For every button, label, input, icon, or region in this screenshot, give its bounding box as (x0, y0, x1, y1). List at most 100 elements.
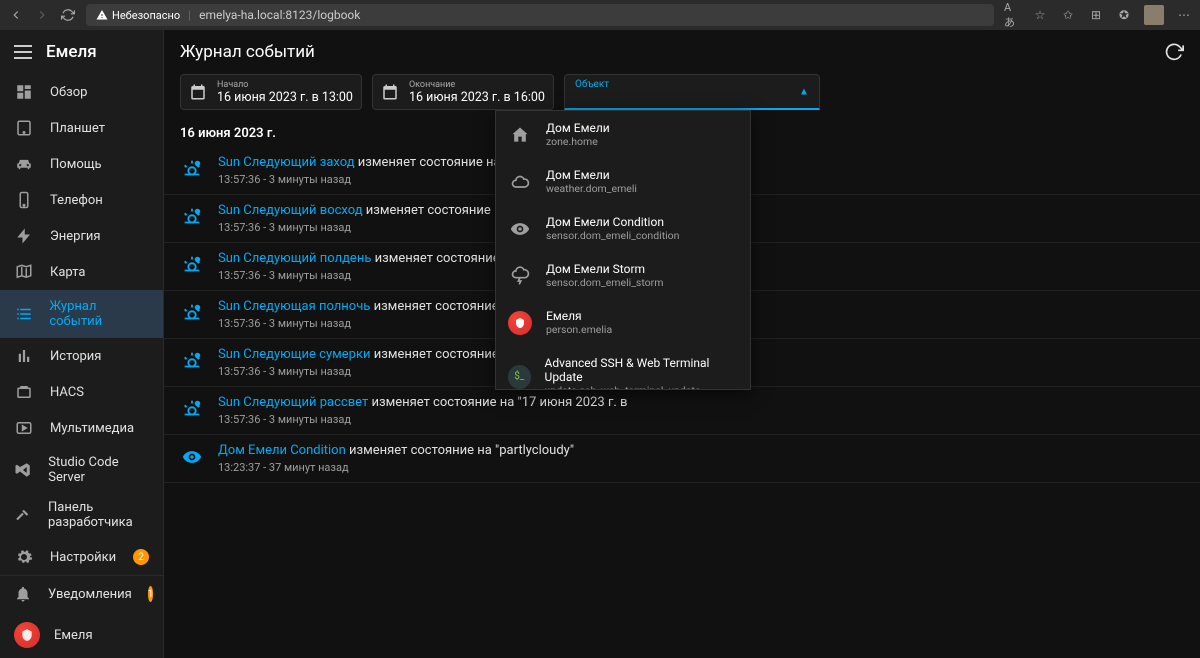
sidebar-user[interactable]: Емеля (0, 612, 163, 658)
url-bar[interactable]: Небезопасно | emelya-ha.local:8123/logbo… (86, 4, 994, 26)
calendar-icon (189, 83, 207, 101)
entity-label: Объект (575, 79, 789, 90)
dropdown-item[interactable]: Емеляperson.emelia (496, 299, 750, 346)
chart-icon (14, 347, 34, 365)
dropdown-item[interactable]: Дом Емелиzone.home (496, 111, 750, 158)
log-entity[interactable]: Sun Следующая полночь (218, 299, 370, 314)
sidebar-item-dashboard[interactable]: Обзор (0, 74, 163, 110)
ssh-icon: $_ (508, 365, 531, 389)
log-meta: 13:57:36 - 3 минуты назад (218, 413, 628, 426)
log-entity[interactable]: Sun Следующие сумерки (218, 347, 370, 362)
sidebar-item-label: Уведомления (48, 587, 132, 602)
app-name: Емеля (46, 42, 97, 62)
sidebar-item-label: Мультимедиа (50, 421, 134, 436)
start-date-field[interactable]: Начало 16 июня 2023 г. в 13:00 (180, 74, 362, 110)
sidebar-item-label: Журнал событий (49, 299, 149, 329)
refresh-browser-icon[interactable] (60, 7, 76, 23)
avatar-icon (508, 311, 532, 335)
calendar-icon (381, 83, 399, 101)
sidebar: Емеля Обзор Планшет Помощь Телефон Энергия Ка… (0, 30, 164, 658)
sun-icon (180, 205, 204, 229)
dropdown-item-id: sensor.dom_emeli_storm (546, 276, 663, 289)
media-icon (14, 419, 34, 437)
extensions-icon[interactable]: ✪ (1116, 7, 1132, 23)
more-icon[interactable]: ⋯ (1176, 7, 1192, 23)
log-entity[interactable]: Sun Следующий полдень (218, 251, 371, 266)
log-entity[interactable]: Дом Емели Condition (218, 443, 346, 458)
chrome-actions: Aあ ☆ ✩ ⊞ ✪ ⋯ (1004, 5, 1192, 25)
chevron-up-icon[interactable]: ▲ (799, 86, 809, 97)
sidebar-item-label: История (50, 349, 101, 364)
sidebar-item-label: Телефон (50, 193, 103, 208)
entity-field[interactable]: Объект ▲ (564, 74, 820, 110)
sidebar-item-label: Планшет (50, 121, 105, 136)
favorites-bar-icon[interactable]: ✩ (1060, 7, 1076, 23)
sidebar-item-label: Настройки (50, 550, 116, 565)
sidebar-item-gear[interactable]: Настройки2 (0, 539, 163, 575)
phone-icon (14, 191, 34, 209)
dropdown-item[interactable]: $_Advanced SSH & Web Terminal Updateupda… (496, 346, 750, 390)
sun-icon (180, 253, 204, 277)
dashboard-icon (14, 83, 34, 101)
dropdown-item[interactable]: Дом Емелиweather.dom_emeli (496, 158, 750, 205)
dropdown-item-name: Емеля (546, 309, 612, 323)
sidebar-item-label: Панель разработчика (48, 500, 149, 530)
start-date-value: 16 июня 2023 г. в 13:00 (217, 90, 353, 105)
list-icon (14, 305, 33, 323)
profile-avatar[interactable] (1144, 5, 1164, 25)
car-icon (14, 155, 34, 173)
end-date-label: Окончание (409, 80, 545, 90)
font-size-icon[interactable]: Aあ (1004, 7, 1020, 23)
sidebar-item-notifications[interactable]: Уведомления 1 (0, 576, 163, 612)
log-action: изменяет состояние на "17 июня 2023 г. в (371, 395, 627, 410)
sun-icon (180, 397, 204, 421)
menu-toggle-icon[interactable] (14, 45, 32, 59)
sun-icon (180, 349, 204, 373)
sidebar-item-car[interactable]: Помощь (0, 146, 163, 182)
dropdown-item-name: Дом Емели Condition (546, 215, 679, 229)
hacs-icon (14, 383, 34, 401)
sidebar-item-hammer[interactable]: Панель разработчика (0, 491, 163, 539)
sidebar-item-vscode[interactable]: Studio Code Server (0, 446, 163, 491)
log-entity[interactable]: Sun Следующий рассвет (218, 395, 368, 410)
dropdown-item[interactable]: Дом Емели Stormsensor.dom_emeli_storm (496, 252, 750, 299)
eye-icon (508, 217, 532, 241)
log-entity[interactable]: Sun Следующий заход (218, 155, 355, 170)
sidebar-item-list[interactable]: Журнал событий (0, 290, 163, 338)
dropdown-item[interactable]: Дом Емели Conditionsensor.dom_emeli_cond… (496, 205, 750, 252)
log-entity[interactable]: Sun Следующий восход (218, 203, 363, 218)
sidebar-item-map[interactable]: Карта (0, 254, 163, 290)
sidebar-item-tablet[interactable]: Планшет (0, 110, 163, 146)
sidebar-item-phone[interactable]: Телефон (0, 182, 163, 218)
end-date-field[interactable]: Окончание 16 июня 2023 г. в 16:00 (372, 74, 554, 110)
dropdown-item-name: Дом Емели (546, 121, 610, 135)
sidebar-item-media[interactable]: Мультимедиа (0, 410, 163, 446)
log-row[interactable]: Sun Следующий рассвет изменяет состояние… (164, 387, 1200, 435)
bell-icon (14, 585, 32, 603)
favorite-icon[interactable]: ☆ (1032, 7, 1048, 23)
forward-icon[interactable] (34, 7, 50, 23)
gear-icon (14, 548, 34, 566)
sidebar-item-label: HACS (50, 385, 84, 400)
back-icon[interactable] (8, 7, 24, 23)
vscode-icon (14, 461, 32, 479)
sidebar-item-chart[interactable]: История (0, 338, 163, 374)
notification-badge: 1 (148, 586, 154, 602)
start-date-label: Начало (217, 80, 353, 90)
log-action: изменяет состояние на "partlycloudy" (349, 443, 574, 458)
dropdown-item-id: person.emelia (546, 323, 612, 336)
bolt-icon (14, 227, 34, 245)
log-row[interactable]: Дом Емели Condition изменяет состояние н… (164, 435, 1200, 483)
sidebar-item-label: Помощь (50, 157, 102, 172)
collections-icon[interactable]: ⊞ (1088, 7, 1104, 23)
dropdown-item-id: weather.dom_emeli (546, 182, 637, 195)
sidebar-item-hacs[interactable]: HACS (0, 374, 163, 410)
refresh-icon[interactable] (1164, 42, 1184, 62)
sidebar-item-bolt[interactable]: Энергия (0, 218, 163, 254)
url-text: emelya-ha.local:8123/logbook (199, 8, 360, 22)
dropdown-item-id: update.ssh_web_terminal_update (545, 384, 738, 390)
dropdown-item-name: Дом Емели (546, 168, 637, 182)
sidebar-item-label: Энергия (50, 229, 101, 244)
entity-input[interactable] (575, 90, 789, 104)
sidebar-item-label: Обзор (50, 85, 87, 100)
